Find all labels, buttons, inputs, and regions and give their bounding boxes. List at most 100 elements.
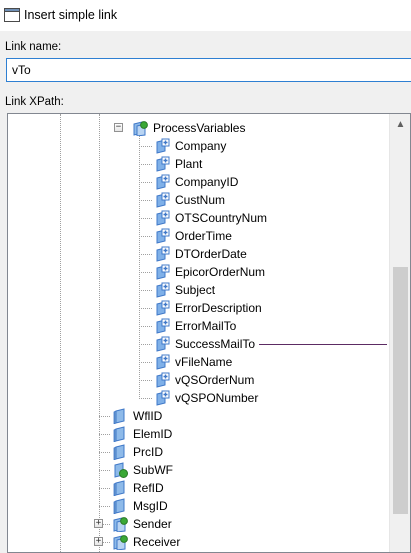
tree-node-label: vQSPONumber xyxy=(175,391,259,405)
variable-add-icon xyxy=(154,210,170,226)
title-bar: Insert simple link xyxy=(0,0,411,31)
tree-node-label: ErrorMailTo xyxy=(175,319,237,333)
tree-node-label: MsgID xyxy=(133,499,168,513)
tree-node-label: ProcessVariables xyxy=(153,121,246,135)
tree-node-label: WflID xyxy=(133,409,163,423)
variable-add-icon xyxy=(154,174,170,190)
tree-branch-line xyxy=(139,272,152,273)
expand-receiver-button[interactable]: + xyxy=(94,537,103,546)
tree-item-subject[interactable]: Subject xyxy=(154,281,216,299)
tree-branch-line xyxy=(139,146,152,147)
tree-node-label: Company xyxy=(175,139,227,153)
tree-node-label: ErrorDescription xyxy=(175,301,262,315)
tree-node-label: RefID xyxy=(133,481,164,495)
tree-node-label: vFileName xyxy=(175,355,233,369)
tree-branch-line xyxy=(139,254,152,255)
field-icon xyxy=(112,426,128,443)
tree-branch-line xyxy=(139,164,152,165)
tree-item-elemid[interactable]: ElemID xyxy=(112,425,173,443)
field-icon xyxy=(112,444,128,461)
tree-branch-line xyxy=(139,290,152,291)
field-icon xyxy=(112,408,128,425)
tree-item-otscountrynum[interactable]: OTSCountryNum xyxy=(154,209,268,227)
tree-item-plant[interactable]: Plant xyxy=(154,155,203,173)
tree-item-epicorordernum[interactable]: EpicorOrderNum xyxy=(154,263,266,281)
tree-item-sender[interactable]: Sender xyxy=(112,515,173,533)
tree-item-subwf[interactable]: SubWF xyxy=(112,461,174,479)
tree-branch-line xyxy=(139,182,152,183)
tree-branch-line xyxy=(139,362,152,363)
tree-guide-line xyxy=(60,114,61,552)
tree-node-label: SubWF xyxy=(133,463,174,477)
tree-node-label: CompanyID xyxy=(175,175,239,189)
tree-node-label: Subject xyxy=(175,283,216,297)
tree-item-msgid[interactable]: MsgID xyxy=(112,497,169,515)
scroll-up-arrow-icon[interactable]: ▲ xyxy=(390,114,410,135)
tree-item-custnum[interactable]: CustNum xyxy=(154,191,226,209)
variable-add-icon xyxy=(154,192,170,208)
tree-node-label: DTOrderDate xyxy=(175,247,247,261)
folder-green-icon xyxy=(112,516,128,533)
tree-branch-line xyxy=(139,326,152,327)
hover-indicator-line xyxy=(259,344,387,345)
link-name-label: Link name: xyxy=(5,41,62,53)
tree-item-prcid[interactable]: PrcID xyxy=(112,443,164,461)
tree-item-dtorderdate[interactable]: DTOrderDate xyxy=(154,245,248,263)
scroll-thumb[interactable] xyxy=(393,267,408,514)
folder-green-icon xyxy=(112,534,128,551)
tree-node-label: PrcID xyxy=(133,445,163,459)
expand-sender-button[interactable]: + xyxy=(94,519,103,528)
tree-branch-line xyxy=(139,344,152,345)
tree-item-receiver[interactable]: Receiver xyxy=(112,533,181,551)
tree-item-errordescription[interactable]: ErrorDescription xyxy=(154,299,263,317)
collapse-processvariables-button[interactable]: − xyxy=(114,123,123,132)
tree-branch-line xyxy=(99,506,110,507)
tree-item-vqsordernum[interactable]: vQSOrderNum xyxy=(154,371,255,389)
variable-add-icon xyxy=(154,300,170,316)
tree-branch-line xyxy=(139,308,152,309)
tree-item-ordertime[interactable]: OrderTime xyxy=(154,227,233,245)
tree-item-company[interactable]: Company xyxy=(154,137,227,155)
tree-branch-line xyxy=(139,200,152,201)
field-icon xyxy=(112,480,128,497)
tree-item-processvariables[interactable]: ProcessVariables xyxy=(132,119,246,137)
tree-branch-line xyxy=(139,398,152,399)
variable-add-icon xyxy=(154,228,170,244)
link-name-input[interactable] xyxy=(6,58,411,82)
tree-node-label: OrderTime xyxy=(175,229,232,243)
tree-item-vfilename[interactable]: vFileName xyxy=(154,353,233,371)
variable-add-icon xyxy=(154,282,170,298)
tree-node-label: Receiver xyxy=(133,535,181,549)
tree-node-label: CustNum xyxy=(175,193,226,207)
link-xpath-label: Link XPath: xyxy=(5,96,64,108)
variable-add-icon xyxy=(154,354,170,370)
tree-item-errormailto[interactable]: ErrorMailTo xyxy=(154,317,237,335)
tree-item-vqsponumber[interactable]: vQSPONumber xyxy=(154,389,259,407)
tree-item-successmailto[interactable]: SuccessMailTo xyxy=(154,335,256,353)
tree-item-wflid[interactable]: WflID xyxy=(112,407,163,425)
tree-node-label: Sender xyxy=(133,517,172,531)
tree-node-label: ElemID xyxy=(133,427,173,441)
variable-add-icon xyxy=(154,246,170,262)
tree-branch-line xyxy=(139,236,152,237)
variable-add-icon xyxy=(154,372,170,388)
tree-branch-line xyxy=(99,434,110,435)
field-icon xyxy=(112,498,128,515)
tree-item-refid[interactable]: RefID xyxy=(112,479,165,497)
tree-branch-line xyxy=(99,488,110,489)
folder-variables-icon xyxy=(132,120,148,137)
tree-branch-line xyxy=(139,380,152,381)
tree-node-label: vQSOrderNum xyxy=(175,373,255,387)
variable-add-icon xyxy=(154,138,170,154)
tree-guide-line xyxy=(139,135,140,397)
tree-branch-line xyxy=(99,470,110,471)
tree-item-companyid[interactable]: CompanyID xyxy=(154,173,239,191)
tree-node-label: SuccessMailTo xyxy=(175,337,256,351)
variable-add-icon xyxy=(154,264,170,280)
window-title: Insert simple link xyxy=(24,8,118,22)
vertical-scrollbar[interactable]: ▲ xyxy=(389,114,410,552)
variable-add-icon xyxy=(154,156,170,172)
variable-add-icon xyxy=(154,318,170,334)
xpath-tree[interactable]: − + + ProcessVariables Company Plant Compa… xyxy=(7,113,411,553)
tree-node-label: OTSCountryNum xyxy=(175,211,268,225)
